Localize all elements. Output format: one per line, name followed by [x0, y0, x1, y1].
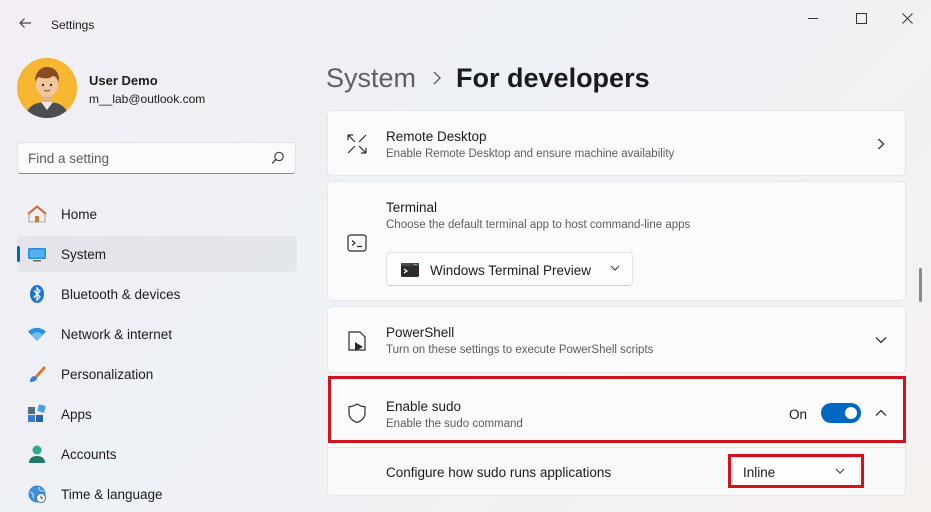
close-icon	[901, 12, 913, 24]
sidebar-item-label: Personalization	[61, 367, 154, 382]
minimize-button[interactable]	[790, 6, 836, 30]
sidebar-item-label: Accounts	[61, 447, 117, 462]
terminal-icon	[347, 234, 367, 252]
user-name: User Demo	[89, 73, 158, 88]
back-arrow-icon	[19, 18, 31, 28]
card-title: Terminal	[386, 200, 438, 215]
globe-clock-icon	[28, 485, 46, 503]
highlight-box-sudo	[328, 376, 906, 443]
bluetooth-icon	[30, 285, 44, 303]
wifi-icon	[28, 327, 46, 341]
maximize-icon	[855, 12, 867, 24]
sidebar-item-system[interactable]: System	[17, 236, 297, 272]
breadcrumb: System For developers	[326, 58, 650, 98]
sidebar-item-label: Network & internet	[61, 327, 173, 342]
chevron-right-icon	[432, 71, 442, 85]
minimize-icon	[807, 17, 818, 19]
sidebar-item-label: System	[61, 247, 107, 262]
search-icon	[271, 151, 284, 164]
sidebar-item-apps[interactable]: Apps	[17, 396, 297, 432]
sidebar-item-time-language[interactable]: Time & language	[17, 476, 297, 512]
terminal-card: Terminal Choose the default terminal app…	[327, 181, 906, 301]
sidebar-item-label: Time & language	[61, 487, 163, 502]
chevron-down-icon	[610, 265, 620, 271]
page-title: For developers	[456, 62, 650, 93]
powershell-icon	[348, 331, 366, 351]
sudo-mode-label: Configure how sudo runs applications	[386, 465, 612, 480]
powershell-card[interactable]: PowerShell Turn on these settings to exe…	[327, 306, 906, 373]
card-description: Choose the default terminal app to host …	[386, 219, 691, 231]
dropdown-value: Windows Terminal Preview	[430, 263, 592, 278]
card-title: Remote Desktop	[386, 129, 487, 144]
highlight-box-mode	[728, 454, 864, 488]
sidebar-item-label: Bluetooth & devices	[61, 287, 181, 302]
search-placeholder: Find a setting	[28, 151, 110, 166]
system-icon	[28, 248, 46, 262]
chevron-right-icon	[873, 136, 889, 152]
sidebar-item-label: Apps	[61, 407, 92, 422]
card-description: Turn on these settings to execute PowerS…	[386, 344, 654, 356]
avatar	[17, 58, 77, 118]
windows-terminal-icon	[401, 263, 419, 277]
app-title: Settings	[51, 18, 95, 32]
terminal-app-dropdown[interactable]: Windows Terminal Preview	[386, 252, 633, 286]
remote-desktop-card[interactable]: Remote Desktop Enable Remote Desktop and…	[327, 110, 906, 176]
title-bar: Settings	[0, 0, 931, 36]
close-button[interactable]	[884, 6, 930, 30]
sidebar-nav: Home System Bluetooth & devices Network …	[17, 196, 297, 512]
card-title: PowerShell	[386, 325, 455, 340]
scrollbar[interactable]	[919, 268, 922, 302]
accounts-icon	[29, 445, 45, 463]
chevron-down-icon	[873, 332, 889, 348]
sidebar-item-bluetooth[interactable]: Bluetooth & devices	[17, 276, 297, 312]
apps-icon	[28, 404, 46, 422]
card-description: Enable Remote Desktop and ensure machine…	[386, 148, 675, 160]
back-button[interactable]	[14, 12, 36, 34]
breadcrumb-parent[interactable]: System	[326, 63, 416, 94]
search-input[interactable]: Find a setting	[17, 142, 296, 174]
remote-desktop-icon	[347, 134, 367, 154]
home-icon	[27, 205, 47, 223]
brush-icon	[30, 366, 46, 382]
sidebar-item-accounts[interactable]: Accounts	[17, 436, 297, 472]
sidebar-item-label: Home	[61, 207, 98, 222]
sidebar-item-network[interactable]: Network & internet	[17, 316, 297, 352]
sidebar-item-home[interactable]: Home	[17, 196, 297, 232]
user-email: m__lab@outlook.com	[89, 92, 206, 106]
sidebar-item-personalization[interactable]: Personalization	[17, 356, 297, 392]
maximize-button[interactable]	[838, 6, 884, 30]
